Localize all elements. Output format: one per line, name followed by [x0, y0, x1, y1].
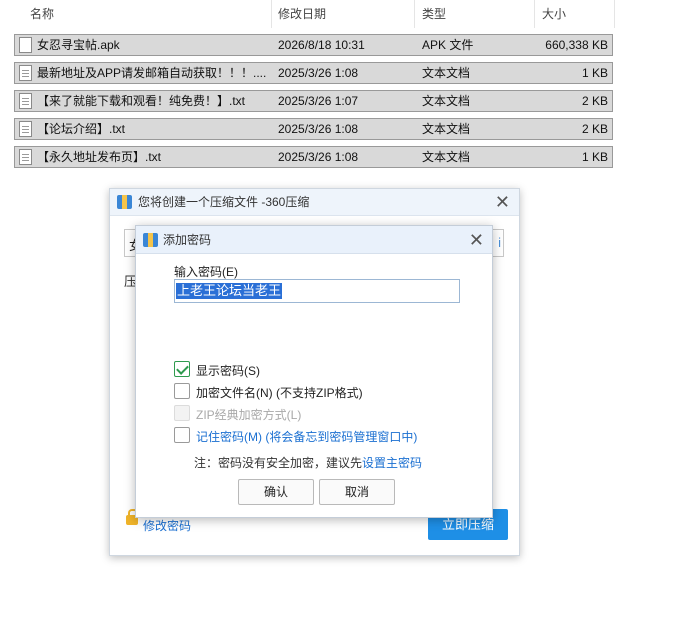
file-type: 文本文档	[422, 122, 471, 136]
file-row[interactable]: 【来了就能下载和观看！纯免费！】.txt 2025/3/26 1:07 文本文档…	[14, 90, 613, 112]
remember-password-checkbox[interactable]	[174, 427, 190, 443]
text-file-icon	[19, 93, 32, 109]
remember-password-label: 记住密码(M) (将会备忘到密码管理窗口中)	[196, 430, 418, 444]
password-input[interactable]: 上老王论坛当老王	[174, 279, 460, 303]
file-modified: 2025/3/26 1:08	[278, 122, 359, 136]
text-file-icon	[19, 121, 32, 137]
column-header-type[interactable]: 类型	[422, 0, 446, 28]
dialog-titlebar[interactable]: 您将创建一个压缩文件 -360压缩 ✕	[110, 189, 519, 216]
close-icon[interactable]: ✕	[469, 231, 484, 249]
file-size: 660,338 KB	[545, 38, 608, 52]
text-file-icon	[19, 65, 32, 81]
close-icon[interactable]: ✕	[495, 193, 510, 211]
file-name: 女忍寻宝帖.apk	[37, 38, 120, 52]
file-modified: 2025/3/26 1:08	[278, 66, 359, 80]
360-zip-icon	[143, 233, 158, 247]
column-header-modified[interactable]: 修改日期	[278, 0, 326, 28]
file-type: APK 文件	[422, 38, 474, 52]
file-modified: 2026/8/18 10:31	[278, 38, 365, 52]
360-zip-icon	[117, 195, 132, 209]
add-password-dialog: 添加密码 ✕ 输入密码(E) 上老王论坛当老王 显示密码(S) 加密文件名(N)…	[135, 225, 493, 518]
apk-file-icon	[19, 37, 32, 53]
file-name: 【来了就能下载和观看！纯免费！】.txt	[37, 94, 246, 108]
archive-name-edge: i	[498, 235, 501, 250]
text-file-icon	[19, 149, 32, 165]
column-divider[interactable]	[271, 0, 272, 28]
cancel-button[interactable]: 取消	[319, 479, 395, 505]
file-explorer: 名称 ^ 修改日期 类型 大小 女忍寻宝帖.apk 2026/8/18 10:3…	[0, 0, 687, 180]
password-label: 输入密码(E)	[174, 265, 238, 279]
file-size: 2 KB	[581, 94, 608, 108]
show-password-checkbox[interactable]	[174, 361, 190, 377]
confirm-button[interactable]: 确认	[238, 479, 314, 505]
dialog-titlebar[interactable]: 添加密码 ✕	[136, 226, 492, 254]
security-note-text: 注：密码没有安全加密，建议先	[194, 456, 363, 470]
file-size: 2 KB	[581, 122, 608, 136]
file-type: 文本文档	[422, 66, 471, 80]
column-divider[interactable]	[614, 0, 615, 28]
password-value: 上老王论坛当老王	[176, 283, 283, 299]
column-header-size[interactable]: 大小	[542, 0, 566, 28]
zip-classic-label: ZIP经典加密方式(L)	[196, 408, 302, 422]
column-divider[interactable]	[414, 0, 415, 28]
sort-up-icon: ^	[143, 0, 148, 2]
show-password-label: 显示密码(S)	[196, 364, 260, 378]
dialog-title: 您将创建一个压缩文件 -360压缩	[138, 195, 310, 209]
security-note: 注：密码没有安全加密，建议先设置主密码	[194, 454, 422, 471]
file-size: 1 KB	[581, 150, 608, 164]
file-modified: 2025/3/26 1:08	[278, 150, 359, 164]
modify-password-link[interactable]: 修改密码	[143, 517, 191, 534]
encrypt-filenames-label: 加密文件名(N) (不支持ZIP格式)	[196, 386, 363, 400]
zip-classic-checkbox	[174, 405, 190, 421]
file-row[interactable]: 最新地址及APP请发邮箱自动获取！！！.... 2025/3/26 1:08 文…	[14, 62, 613, 84]
file-row[interactable]: 女忍寻宝帖.apk 2026/8/18 10:31 APK 文件 660,338…	[14, 34, 613, 56]
file-type: 文本文档	[422, 94, 471, 108]
file-modified: 2025/3/26 1:07	[278, 94, 359, 108]
file-name: 【论坛介绍】.txt	[37, 122, 126, 136]
dialog-title: 添加密码	[163, 233, 212, 247]
file-row[interactable]: 【永久地址发布页】.txt 2025/3/26 1:08 文本文档 1 KB	[14, 146, 613, 168]
file-name: 【永久地址发布页】.txt	[37, 150, 162, 164]
encrypt-filenames-checkbox[interactable]	[174, 383, 190, 399]
set-master-password-link[interactable]: 设置主密码	[362, 456, 422, 470]
file-type: 文本文档	[422, 150, 471, 164]
file-size: 1 KB	[581, 66, 608, 80]
file-name: 最新地址及APP请发邮箱自动获取！！！....	[37, 66, 267, 80]
file-row[interactable]: 【论坛介绍】.txt 2025/3/26 1:08 文本文档 2 KB	[14, 118, 613, 140]
column-header-name[interactable]: 名称	[30, 0, 54, 28]
column-divider[interactable]	[534, 0, 535, 28]
